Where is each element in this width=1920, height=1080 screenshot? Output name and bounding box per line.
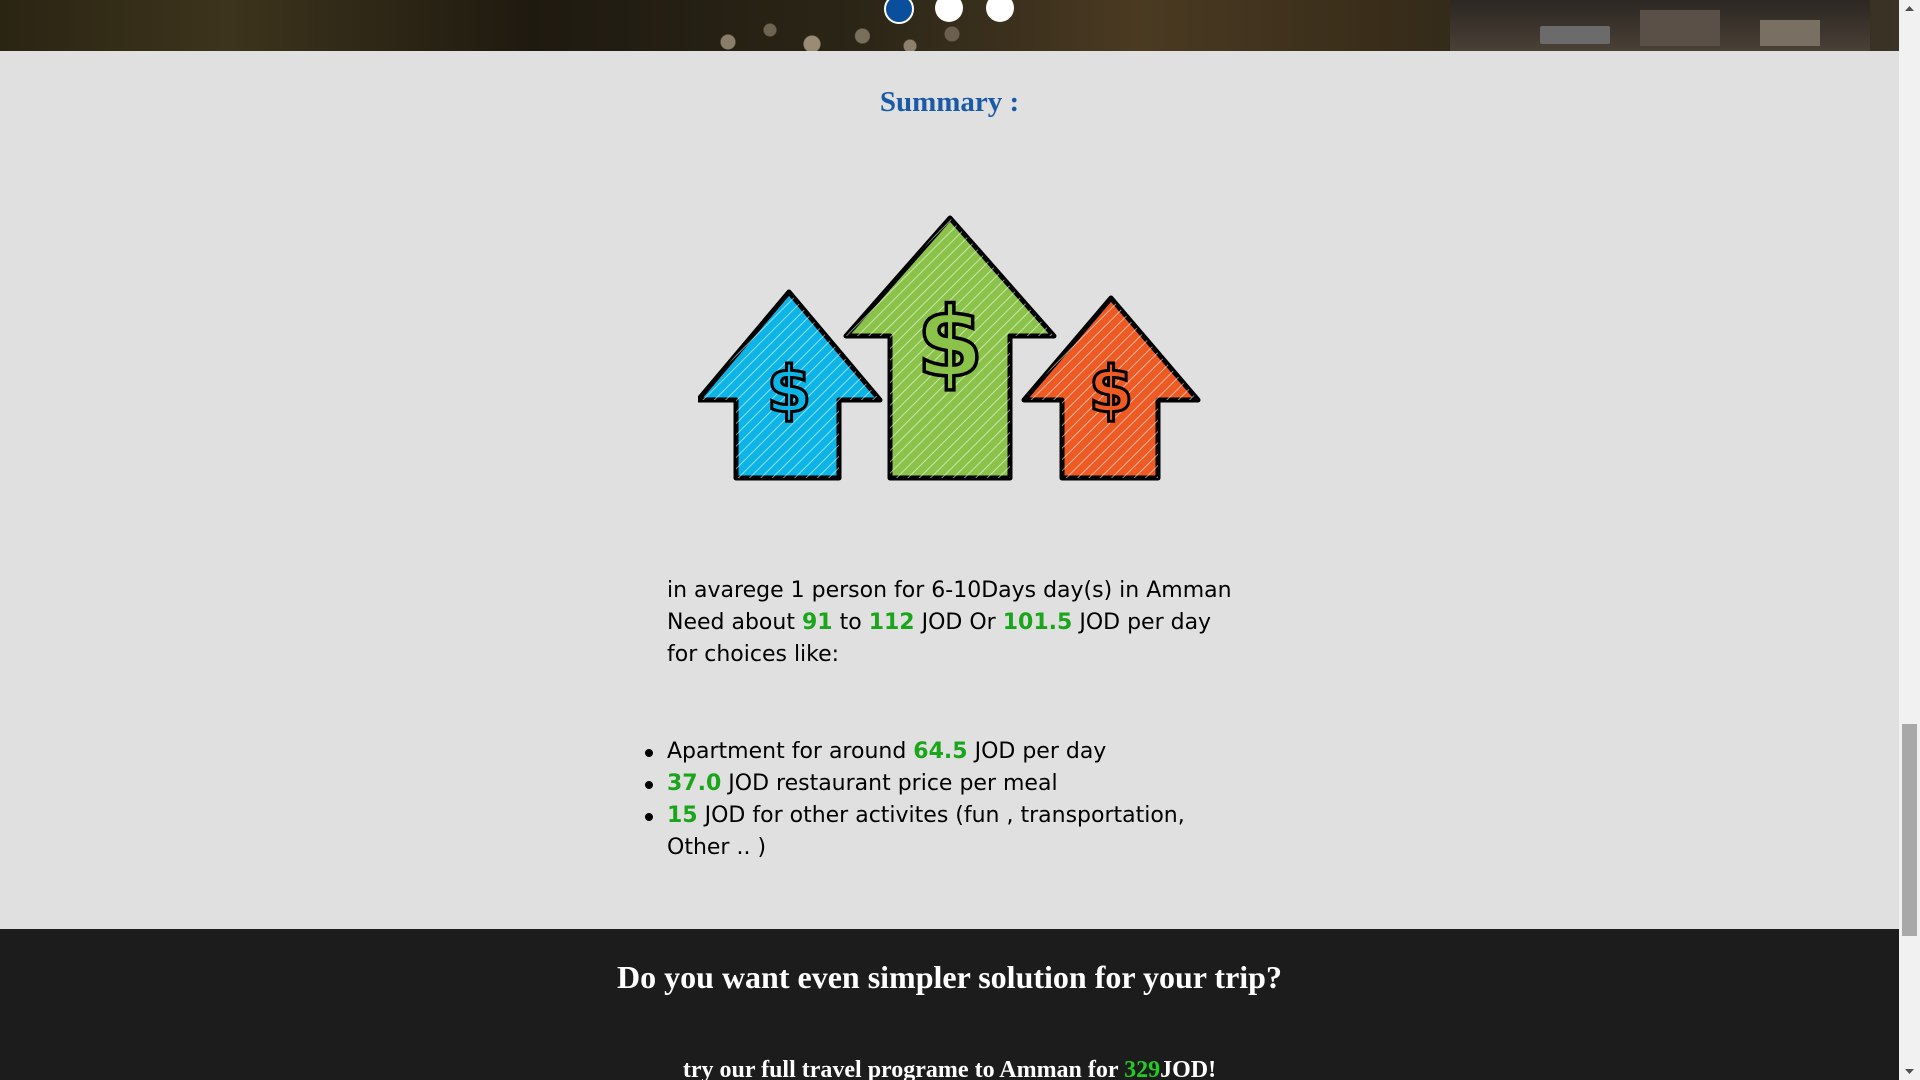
promo-offer[interactable]: try our full travel programe to Amman fo… [0, 1057, 1899, 1080]
list-item: Apartment for around 64.5 JOD per day [645, 736, 1227, 768]
scroll-up-arrow-icon[interactable] [1899, 0, 1920, 17]
item-label: JOD restaurant price per meal [728, 771, 1058, 796]
summary-title: Summary : [879, 86, 1020, 118]
page: Summary : $ $ $ in avarege 1 person for … [0, 0, 1899, 1080]
svg-text:$: $ [767, 354, 812, 428]
carousel-dot-3[interactable] [986, 0, 1014, 22]
item-value: 15 [667, 803, 698, 828]
svg-text:$: $ [917, 287, 984, 399]
dollar-arrow-blue-icon: $ [698, 289, 883, 481]
dollar-arrow-green-icon: $ [843, 215, 1057, 481]
avg-cost-value: 101.5 [1002, 610, 1073, 635]
cost-summary-text: in avarege 1 person for 6-10Days day(s) … [667, 575, 1247, 671]
cost-illustration: $ $ $ [698, 215, 1201, 481]
choices-line: for choices like: [667, 642, 840, 667]
list-item: 15 JOD for other activites (fun , transp… [645, 800, 1227, 864]
item-value: 37.0 [667, 771, 722, 796]
carousel-dot-1[interactable] [884, 0, 914, 24]
svg-text:$: $ [1089, 354, 1134, 428]
need-line: Need about 91 to 112 JOD Or 101.5 JOD pe… [667, 607, 1247, 639]
carousel-dot-2[interactable] [935, 0, 963, 22]
offer-price: 329 [1124, 1057, 1161, 1080]
offer-suffix: JOD! [1160, 1057, 1217, 1080]
dollar-arrow-orange-icon: $ [1021, 295, 1201, 481]
need-prefix: Need about [667, 610, 795, 635]
item-label: Apartment for around [667, 739, 907, 764]
carousel-indicators [0, 0, 1899, 30]
min-cost-value: 91 [801, 610, 833, 635]
list-item: 37.0 JOD restaurant price per meal [645, 768, 1227, 800]
offer-prefix: try our full travel programe to Amman fo… [682, 1057, 1119, 1080]
item-value: 64.5 [913, 739, 968, 764]
promo-heading: Do you want even simpler solution for yo… [617, 959, 1282, 995]
hero-carousel [0, 0, 1899, 51]
cost-breakdown-list: Apartment for around 64.5 JOD per day 37… [645, 736, 1227, 864]
item-label: JOD per day [974, 739, 1107, 764]
promo-footer: Do you want even simpler solution for yo… [0, 929, 1899, 1080]
per-day-suffix: JOD per day [1079, 610, 1212, 635]
scroll-down-arrow-icon[interactable] [1899, 1063, 1920, 1080]
item-label: JOD for other activites (fun , transport… [667, 803, 1185, 860]
intro-line: in avarege 1 person for 6-10Days day(s) … [667, 578, 1232, 603]
max-cost-value: 112 [868, 610, 915, 635]
vertical-scrollbar[interactable] [1899, 0, 1920, 1080]
to-word: to [839, 610, 862, 635]
or-text: JOD Or [921, 610, 996, 635]
scrollbar-thumb[interactable] [1902, 724, 1917, 936]
